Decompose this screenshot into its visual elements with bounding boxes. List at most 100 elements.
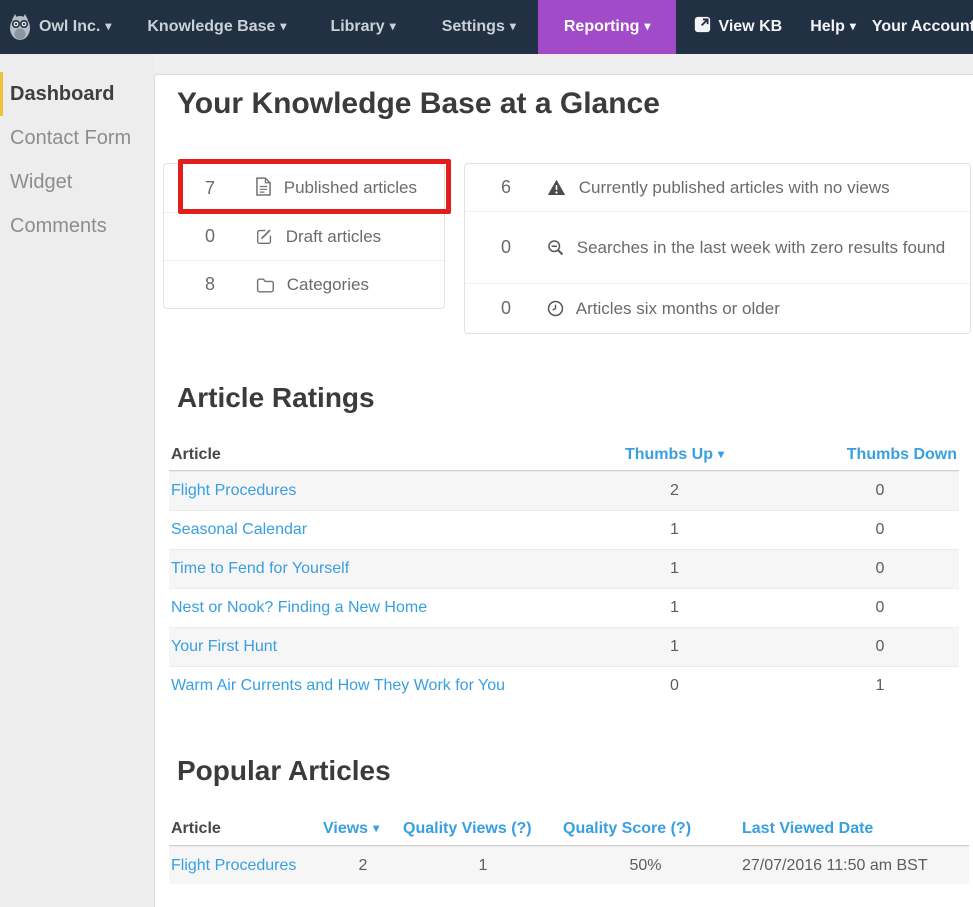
app-window: Owl Inc. ▾ Knowledge Base▾ Library▾ Sett… xyxy=(0,0,973,907)
search-minus-icon xyxy=(547,238,572,257)
menu-help[interactable]: Help▾ xyxy=(810,18,856,36)
external-link-icon xyxy=(694,16,718,38)
menu-settings[interactable]: Settings▾ xyxy=(442,18,516,36)
table-header-row: Article Thumbs Up▾ Thumbs Down xyxy=(169,439,959,471)
caret-down-icon: ▾ xyxy=(718,447,724,461)
stat-categories: 8 Categories xyxy=(164,260,444,308)
stat-value: 7 xyxy=(164,178,256,199)
stat-published-articles: 7 Published articles xyxy=(164,164,444,212)
stat-label-text: Articles six months or older xyxy=(576,299,780,318)
warning-icon xyxy=(547,178,574,197)
section-title-popular-articles: Popular Articles xyxy=(177,755,391,787)
sidebar-item-dashboard[interactable]: Dashboard xyxy=(0,72,154,116)
table-row: Flight Procedures 2 1 50% 27/07/2016 11:… xyxy=(169,846,969,884)
table-header-row: Article Views▾ Quality Views (?) Quality… xyxy=(169,812,969,846)
table-row: Your First Hunt 1 0 xyxy=(169,627,959,666)
thumbs-down-value: 0 xyxy=(801,638,959,656)
thumbs-up-value: 1 xyxy=(548,560,801,578)
column-header-article: Article xyxy=(169,820,323,838)
top-navbar: Owl Inc. ▾ Knowledge Base▾ Library▾ Sett… xyxy=(0,0,973,54)
stat-draft-articles: 0 Draft articles xyxy=(164,212,444,260)
quality-score-value: 50% xyxy=(563,857,728,875)
stat-label-text: Searches in the last week with zero resu… xyxy=(577,238,946,257)
thumbs-down-value: 0 xyxy=(801,482,959,500)
sidebar-item-label: Widget xyxy=(10,171,72,194)
article-link[interactable]: Warm Air Currents and How They Work for … xyxy=(171,677,505,694)
caret-down-icon: ▾ xyxy=(373,821,379,835)
article-link[interactable]: Seasonal Calendar xyxy=(171,521,307,538)
column-header-quality-score[interactable]: Quality Score (?) xyxy=(563,820,728,838)
caret-down-icon: ▾ xyxy=(850,19,856,33)
table-row: Warm Air Currents and How They Work for … xyxy=(169,666,959,705)
views-value: 2 xyxy=(323,857,403,875)
document-icon xyxy=(256,178,279,197)
caret-down-icon: ▾ xyxy=(280,19,286,33)
column-header-last-viewed-date[interactable]: Last Viewed Date xyxy=(728,820,969,838)
column-header-article: Article xyxy=(169,446,548,464)
stat-value: 6 xyxy=(465,177,547,198)
stat-old-articles: 0 Articles six months or older xyxy=(465,283,970,333)
quality-views-value: 1 xyxy=(403,857,563,875)
menu-reporting-active[interactable]: Reporting▾ xyxy=(538,0,677,54)
thumbs-up-value: 2 xyxy=(548,482,801,500)
brand-menu[interactable]: Owl Inc. ▾ xyxy=(8,13,111,41)
stat-label-text: Categories xyxy=(287,275,369,294)
thumbs-up-value: 1 xyxy=(548,521,801,539)
page-title: Your Knowledge Base at a Glance xyxy=(177,87,660,121)
article-link[interactable]: Flight Procedures xyxy=(171,482,296,499)
caret-down-icon: ▾ xyxy=(644,19,650,33)
sidebar-item-label: Comments xyxy=(10,215,107,238)
health-stats-table: 6 Currently published articles with no v… xyxy=(464,163,971,334)
sidebar-item-comments[interactable]: Comments xyxy=(0,204,154,248)
brand-label: Owl Inc. xyxy=(39,18,100,36)
article-link[interactable]: Your First Hunt xyxy=(171,638,277,655)
stat-value: 0 xyxy=(465,298,547,319)
folder-icon xyxy=(256,275,282,294)
edit-icon xyxy=(256,227,281,246)
stat-value: 8 xyxy=(164,274,256,295)
caret-down-icon: ▾ xyxy=(105,19,111,33)
sidebar-item-label: Dashboard xyxy=(10,83,114,106)
column-header-views[interactable]: Views▾ xyxy=(323,820,403,838)
article-link[interactable]: Flight Procedures xyxy=(171,857,296,874)
table-row: Flight Procedures 2 0 xyxy=(169,471,959,510)
caret-down-icon: ▾ xyxy=(510,19,516,33)
menu-library[interactable]: Library▾ xyxy=(330,18,395,36)
clock-icon xyxy=(547,299,572,318)
stat-zero-result-searches: 0 Searches in the last week with zero re… xyxy=(465,211,970,283)
table-row: Seasonal Calendar 1 0 xyxy=(169,510,959,549)
thumbs-down-value: 0 xyxy=(801,521,959,539)
stat-value: 0 xyxy=(465,237,547,258)
thumbs-down-value: 0 xyxy=(801,560,959,578)
thumbs-up-value: 1 xyxy=(548,638,801,656)
article-link[interactable]: Nest or Nook? Finding a New Home xyxy=(171,599,427,616)
thumbs-down-value: 0 xyxy=(801,599,959,617)
menu-your-account[interactable]: Your Account xyxy=(872,18,973,36)
stat-value: 0 xyxy=(164,226,256,247)
owl-logo-icon xyxy=(8,13,32,41)
content-stats-table: 7 Published articles 0 Draft articles 8 … xyxy=(163,163,445,309)
section-title-article-ratings: Article Ratings xyxy=(177,382,375,414)
sidebar-item-widget[interactable]: Widget xyxy=(0,160,154,204)
thumbs-up-value: 1 xyxy=(548,599,801,617)
menu-knowledge-base[interactable]: Knowledge Base▾ xyxy=(147,18,286,36)
sidebar-item-label: Contact Form xyxy=(10,127,131,150)
stat-no-views: 6 Currently published articles with no v… xyxy=(465,164,970,211)
column-header-thumbs-up[interactable]: Thumbs Up▾ xyxy=(548,446,801,464)
column-header-quality-views[interactable]: Quality Views (?) xyxy=(403,820,563,838)
stat-label-text: Published articles xyxy=(284,178,417,197)
article-ratings-table: Article Thumbs Up▾ Thumbs Down Flight Pr… xyxy=(169,439,959,705)
caret-down-icon: ▾ xyxy=(390,19,396,33)
column-header-thumbs-down[interactable]: Thumbs Down xyxy=(801,446,959,464)
menu-view-kb[interactable]: View KB xyxy=(694,16,782,38)
sidebar-item-contact-form[interactable]: Contact Form xyxy=(0,116,154,160)
reporting-sidebar: Dashboard Contact Form Widget Comments xyxy=(0,54,154,907)
article-link[interactable]: Time to Fend for Yourself xyxy=(171,560,349,577)
last-viewed-value: 27/07/2016 11:50 am BST xyxy=(728,857,969,875)
table-row: Time to Fend for Yourself 1 0 xyxy=(169,549,959,588)
dashboard-content-card: Your Knowledge Base at a Glance 7 Publis… xyxy=(154,74,973,907)
thumbs-down-value: 1 xyxy=(801,677,959,695)
popular-articles-table: Article Views▾ Quality Views (?) Quality… xyxy=(169,812,969,884)
stat-label-text: Currently published articles with no vie… xyxy=(579,178,890,197)
thumbs-up-value: 0 xyxy=(548,677,801,695)
